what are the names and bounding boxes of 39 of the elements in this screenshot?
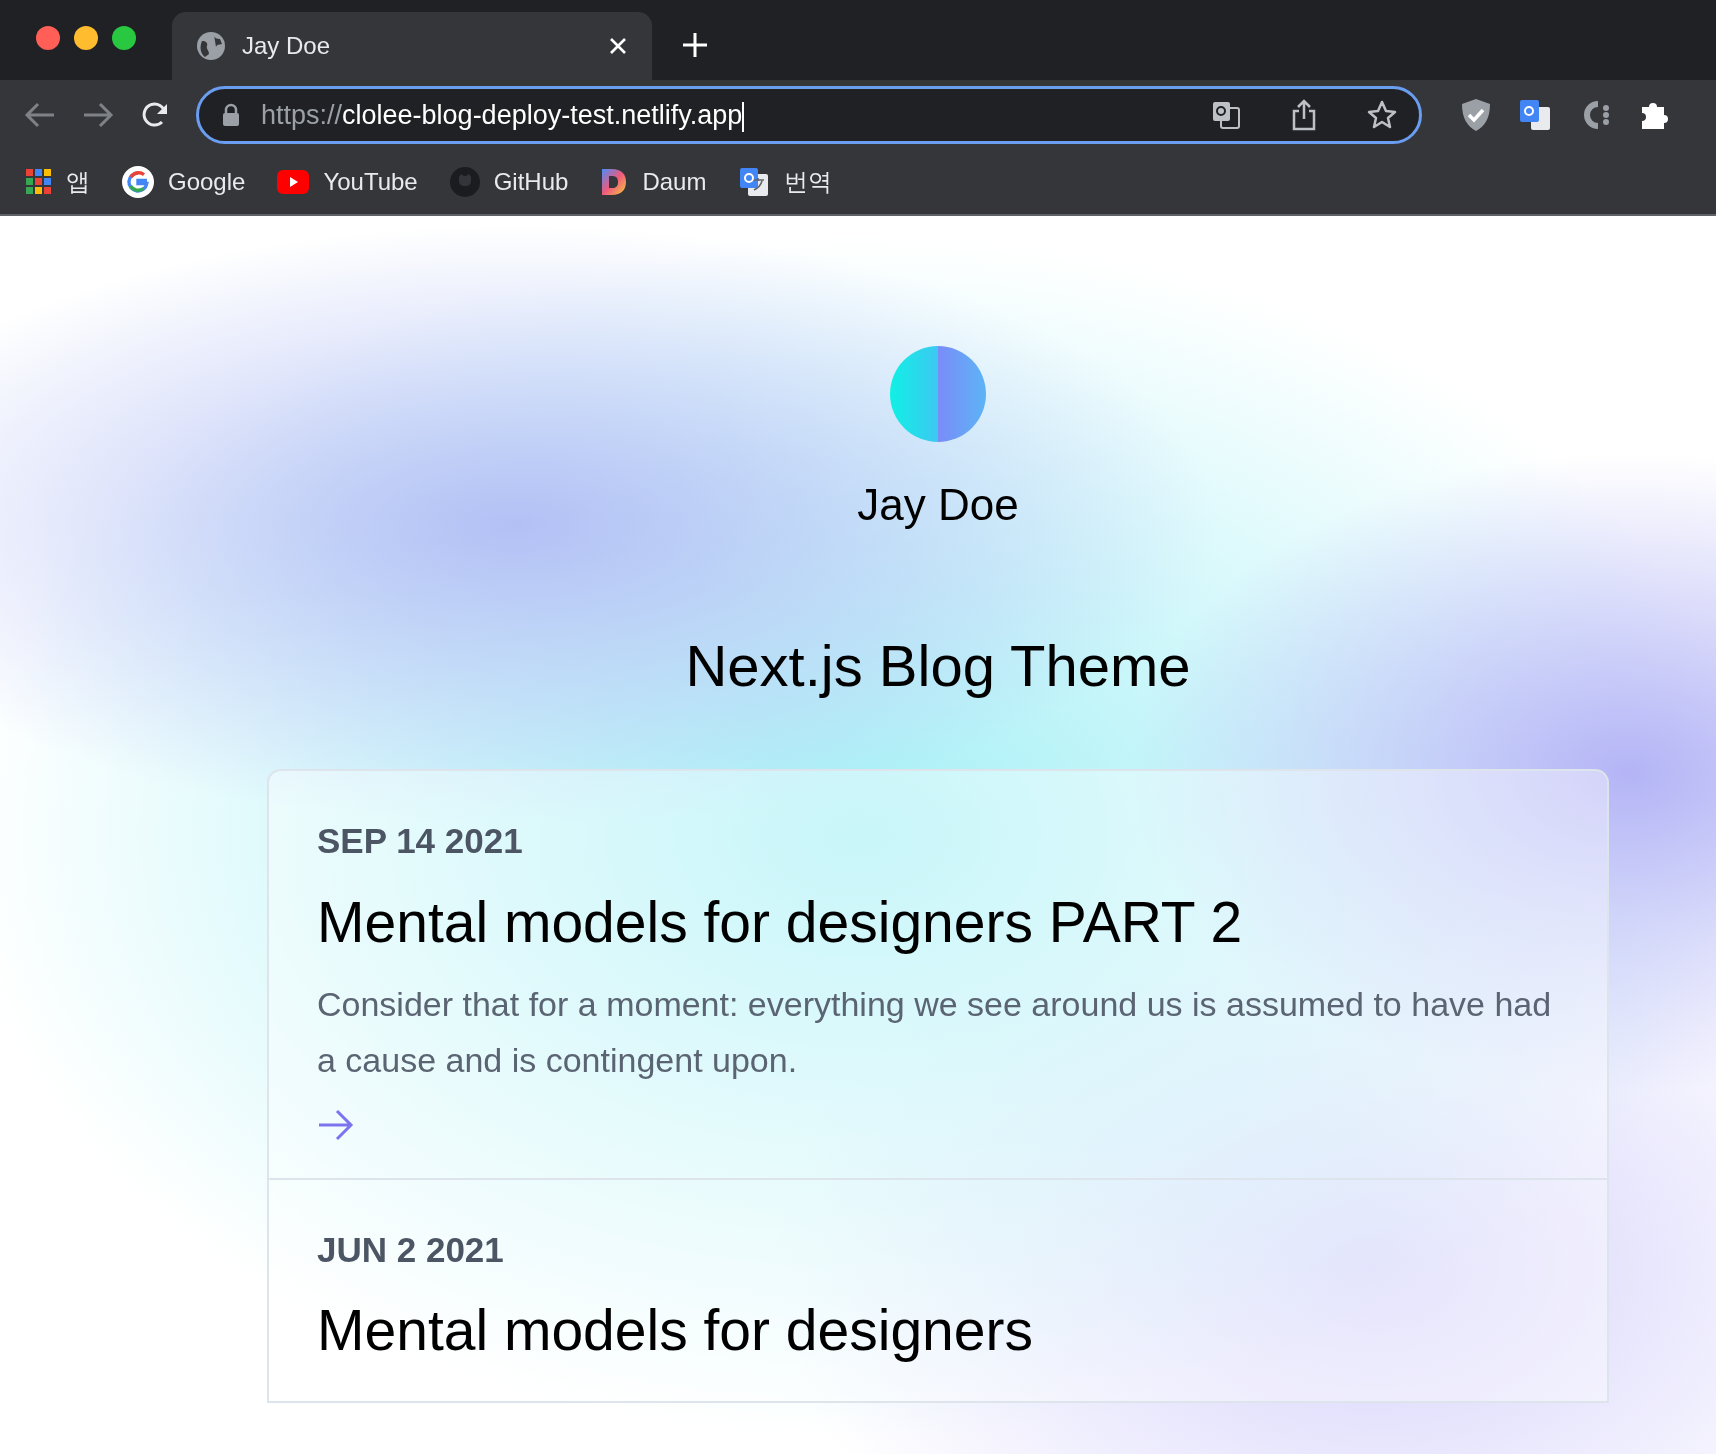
bookmark[interactable]: YouTube [277,164,418,200]
tab-title: Jay Doe [242,31,332,61]
globe-icon [196,31,226,61]
post-title[interactable]: Mental models for designers PART 2 [317,887,1559,956]
shield-check-icon[interactable] [1460,98,1492,132]
blog-title: Next.js Blog Theme [685,632,1191,700]
letter-d-icon [600,167,629,197]
minimize-window-button[interactable] [74,26,98,50]
share-icon[interactable] [1291,99,1317,131]
close-icon[interactable] [608,36,628,56]
post-title[interactable]: Mental models for designers [317,1296,1559,1365]
url-text: https://clolee-blog-deploy-test.netlify.app [261,98,746,134]
lock-icon [221,103,241,127]
bookmark[interactable]: Daum [600,164,707,200]
bookmark[interactable]: Google [122,164,246,200]
translate-icon[interactable] [1518,98,1552,132]
post-date: JUN 2 2021 [317,1228,505,1271]
cat-silhouette-icon [449,167,480,197]
bookmark[interactable]: GitHub [449,164,569,200]
bookmark[interactable]: 앱 [26,164,90,200]
arrow-right-icon[interactable] [317,1107,355,1142]
author-name: Jay Doe [857,479,1019,531]
apps-grid-icon [26,169,52,195]
post-date: SEP 14 2021 [317,820,524,862]
bookmark[interactable]: 번역 [738,164,833,200]
browser-tab[interactable]: Jay Doe [172,12,652,80]
reload-icon[interactable] [140,100,170,130]
play-icon [277,170,310,194]
maximize-window-button[interactable] [112,26,136,50]
address-bar[interactable]: https://clolee-blog-deploy-test.netlify.app [196,86,1422,144]
translate-icon[interactable] [1211,100,1241,130]
star-icon[interactable] [1367,100,1397,130]
post-excerpt: Consider that for a moment: everything we see around us is assumed to have had a cause and is contingent upon. [317,983,1553,1081]
back-arrow-icon[interactable] [24,101,56,129]
translate-icon [738,166,771,198]
close-window-button[interactable] [36,26,60,50]
forward-arrow-icon[interactable] [82,101,114,129]
google-g-icon [122,166,154,198]
new-tab-icon[interactable] [682,32,708,58]
